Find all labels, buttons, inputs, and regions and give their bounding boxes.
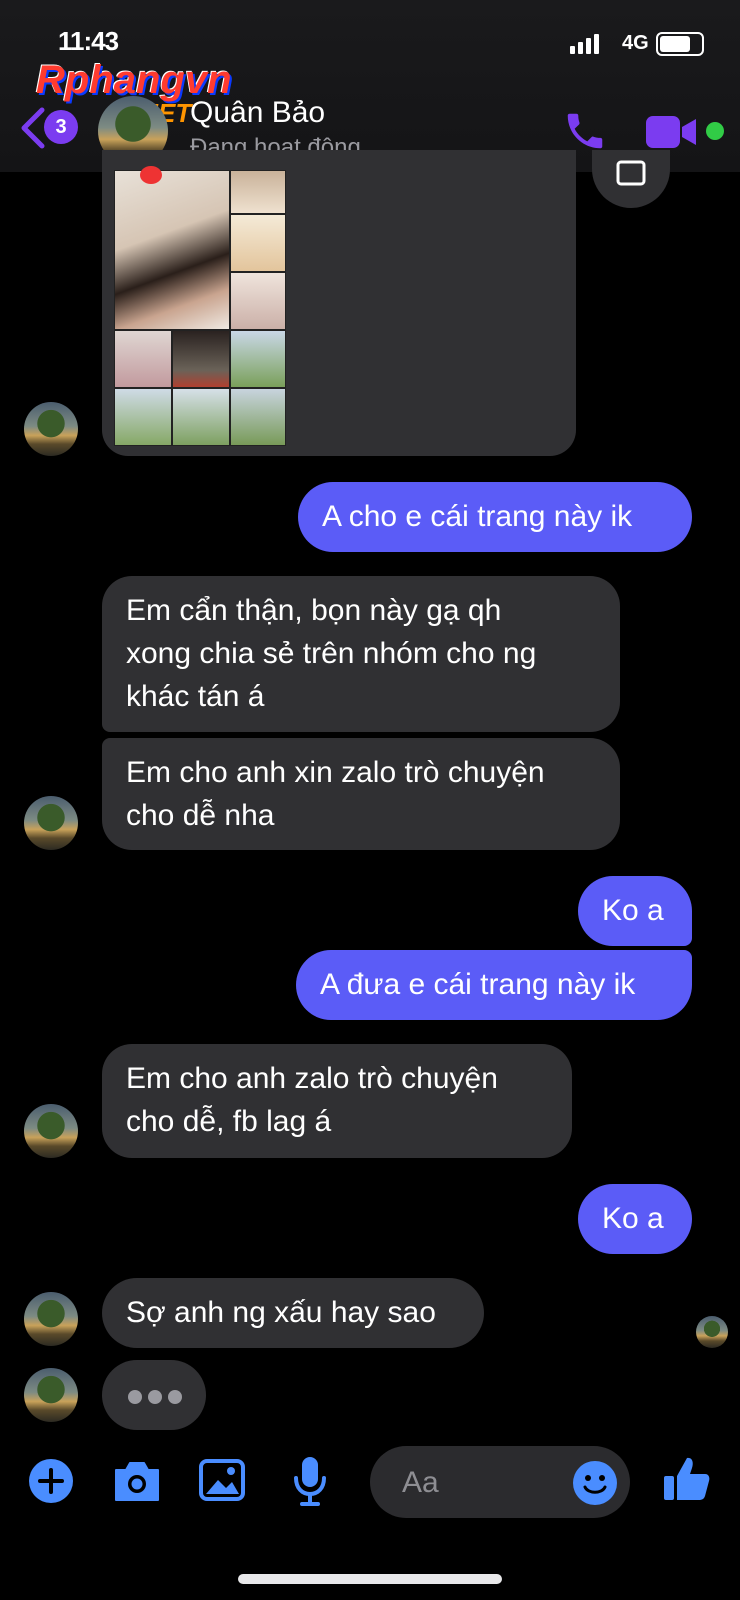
contact-message-avatar[interactable] bbox=[24, 796, 78, 850]
unread-count-badge: 3 bbox=[44, 110, 78, 144]
phone-icon bbox=[567, 113, 603, 149]
plus-icon bbox=[29, 1459, 73, 1503]
media-thumbnail bbox=[230, 272, 286, 330]
message-input[interactable] bbox=[400, 1462, 574, 1504]
media-thumbnail bbox=[230, 330, 286, 388]
typing-indicator bbox=[102, 1360, 206, 1430]
media-thumbnail bbox=[114, 388, 172, 446]
voice-message-button[interactable] bbox=[290, 1454, 330, 1513]
camera-icon bbox=[115, 1462, 159, 1501]
outgoing-message[interactable]: Ko a bbox=[578, 1184, 692, 1254]
share-icon bbox=[616, 160, 646, 186]
contact-message-avatar[interactable] bbox=[24, 1292, 78, 1346]
emoji-button[interactable] bbox=[572, 1460, 618, 1511]
outgoing-message[interactable]: A cho e cái trang này ik bbox=[298, 482, 692, 552]
contact-name[interactable]: Quân Bảo bbox=[190, 96, 325, 130]
media-thumbnail bbox=[230, 214, 286, 272]
media-thumbnail bbox=[172, 388, 230, 446]
incoming-message[interactable]: Em cho anh zalo trò chuyện cho dễ, fb la… bbox=[102, 1044, 572, 1158]
battery-icon bbox=[656, 32, 704, 56]
contact-message-avatar bbox=[24, 1368, 78, 1422]
like-button[interactable] bbox=[662, 1454, 712, 1509]
image-icon bbox=[199, 1459, 245, 1501]
incoming-message[interactable]: Em cho anh xin zalo trò chuyện cho dễ nh… bbox=[102, 738, 620, 850]
emoji-icon bbox=[573, 1461, 617, 1505]
media-thumbnail bbox=[230, 170, 286, 214]
microphone-icon bbox=[294, 1457, 326, 1506]
shared-media-card[interactable] bbox=[102, 150, 576, 456]
signal-icon bbox=[570, 34, 602, 54]
home-indicator bbox=[238, 1574, 502, 1584]
media-thumbnail bbox=[172, 330, 230, 388]
media-thumbnail bbox=[114, 330, 172, 388]
network-type: 4G bbox=[622, 32, 649, 54]
contact-message-avatar[interactable] bbox=[24, 1104, 78, 1158]
status-time: 11:43 bbox=[58, 26, 119, 56]
media-thumbnail bbox=[114, 170, 230, 330]
share-media-button[interactable] bbox=[592, 150, 670, 208]
thumbs-up-icon bbox=[664, 1457, 710, 1500]
seen-receipt-avatar bbox=[696, 1316, 728, 1348]
media-thumbnail bbox=[230, 388, 286, 446]
gallery-button[interactable] bbox=[198, 1458, 246, 1507]
outgoing-message[interactable]: Ko a bbox=[578, 876, 692, 946]
online-status-dot bbox=[706, 122, 724, 140]
outgoing-message[interactable]: A đưa e cái trang này ik bbox=[296, 950, 692, 1020]
camera-button[interactable] bbox=[112, 1458, 162, 1509]
incoming-message[interactable]: Em cẩn thận, bọn này gạ qh xong chia sẻ … bbox=[102, 576, 620, 732]
incoming-message[interactable]: Sợ anh ng xấu hay sao bbox=[102, 1278, 484, 1348]
more-actions-button[interactable] bbox=[28, 1458, 74, 1509]
contact-message-avatar[interactable] bbox=[24, 402, 78, 456]
video-camera-icon bbox=[646, 116, 696, 148]
heart-sticker-icon bbox=[140, 166, 162, 184]
